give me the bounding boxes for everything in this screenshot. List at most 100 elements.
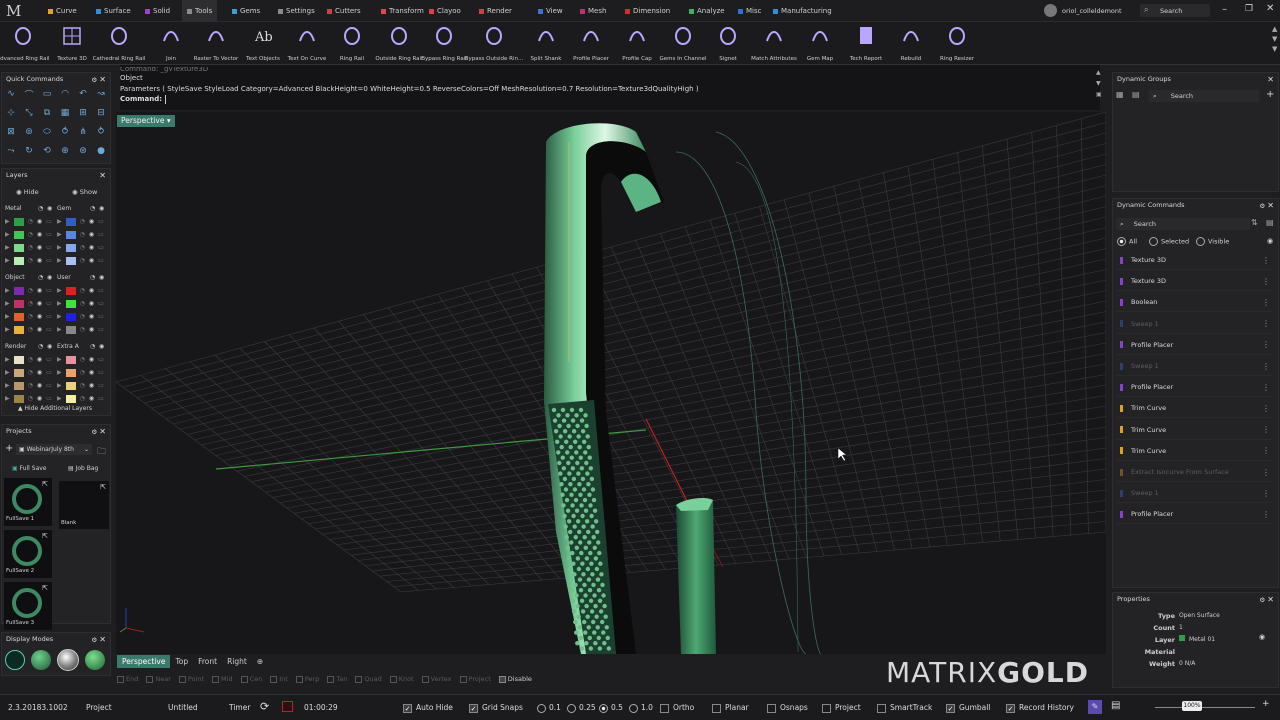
quick-command-icon[interactable]: ⋔ — [77, 126, 89, 138]
ortho-toggle[interactable]: Ortho — [660, 703, 694, 713]
lock-icon[interactable]: ◔ — [28, 218, 33, 225]
osnaps-toggle[interactable]: Osnaps — [767, 703, 808, 713]
expand-icon[interactable]: ▶ — [5, 300, 10, 307]
quick-command-icon[interactable]: ⧉ — [41, 107, 53, 119]
layer-row[interactable]: ▶ ◔ ◉ ▭ — [5, 393, 52, 404]
lock-icon[interactable]: ◔ — [80, 369, 85, 376]
layer-row[interactable]: ▶ ◔ ◉ ▭ — [5, 285, 52, 296]
more-options-icon[interactable]: ⋮ — [1262, 404, 1270, 413]
eye-icon[interactable]: ◉ — [89, 287, 94, 294]
quick-command-icon[interactable]: ⊟ — [95, 107, 107, 119]
project-thumbnail[interactable]: FullSave 2 ⇱ — [4, 530, 52, 578]
layer-group-header[interactable]: Extra A ◔ ◉ — [57, 343, 107, 350]
dynamic-command-item[interactable]: Sweep 1 ⋮ — [1116, 484, 1272, 504]
lock-icon[interactable]: ◔ — [80, 231, 85, 238]
snap-value-2[interactable]: 0.5 — [599, 703, 623, 713]
more-options-icon[interactable]: ⋮ — [1262, 510, 1270, 519]
print-icon[interactable]: ▭ — [46, 326, 52, 333]
grid-view-icon[interactable]: ▦ — [1116, 90, 1124, 99]
layer-group-header[interactable]: Metal ◔ ◉ — [5, 205, 55, 212]
dynamic-command-item[interactable]: Extract Isocurve From Surface ⋮ — [1116, 463, 1272, 482]
lock-icon[interactable]: ◔ — [80, 356, 85, 363]
add-group-icon[interactable]: + — [1266, 89, 1274, 100]
lock-icon[interactable]: ◔ — [80, 382, 85, 389]
project-thumbnail[interactable]: FullSave 3 ⇱ — [4, 582, 52, 630]
more-options-icon[interactable]: ⋮ — [1262, 383, 1270, 392]
gumball-toggle[interactable]: ✓ Gumball — [946, 703, 990, 713]
layer-color-swatch[interactable] — [65, 230, 76, 239]
settings-icon[interactable]: ⚙ — [91, 76, 97, 84]
settings-icon[interactable]: ⚙ — [91, 428, 97, 436]
layer-color-swatch[interactable] — [13, 394, 24, 403]
menu-tab-analyze[interactable]: Analyze — [689, 6, 725, 16]
full-save-button[interactable]: ▣ Full Save — [12, 465, 47, 472]
add-viewport-icon[interactable]: ⊕ — [252, 655, 268, 668]
avatar[interactable] — [1044, 4, 1057, 17]
dynamic-command-item[interactable]: Trim Curve ⋮ — [1116, 442, 1272, 461]
layer-color-swatch[interactable] — [13, 286, 24, 295]
layer-row[interactable]: ▶ ◔ ◉ ▭ — [57, 229, 104, 240]
eye-icon[interactable]: ◉ — [47, 343, 52, 350]
osnap-cen[interactable]: Cen — [240, 675, 262, 683]
project-selector[interactable]: ▣ WebinarJuly 8th ⌄ — [16, 444, 92, 455]
layer-row[interactable]: ▶ ◔ ◉ ▭ — [57, 298, 104, 309]
eye-icon[interactable]: ◉ — [89, 382, 94, 389]
lock-icon[interactable]: ◔ — [28, 369, 33, 376]
layer-row[interactable]: ▶ ◔ ◉ ▭ — [5, 242, 52, 253]
close-icon[interactable]: ✕ — [99, 171, 106, 180]
settings-icon[interactable]: ⚙ — [91, 636, 97, 644]
lock-icon[interactable]: ◔ — [90, 274, 95, 281]
print-icon[interactable]: ▭ — [98, 287, 104, 294]
export-icon[interactable]: ⇱ — [42, 532, 48, 540]
expand-icon[interactable]: ▶ — [57, 231, 62, 238]
dynamic-command-item[interactable]: Trim Curve ⋮ — [1116, 421, 1272, 440]
menu-tab-misc[interactable]: Misc — [738, 6, 761, 16]
print-icon[interactable]: ▭ — [46, 356, 52, 363]
viewport-tab-perspective[interactable]: Perspective — [117, 655, 171, 668]
print-icon[interactable]: ▭ — [98, 218, 104, 225]
eye-icon[interactable]: ◉ — [99, 274, 104, 281]
eye-icon[interactable]: ◉ — [47, 274, 52, 281]
expand-icon[interactable]: ▶ — [5, 356, 10, 363]
lock-icon[interactable]: ◔ — [38, 274, 43, 281]
layer-group-header[interactable]: User ◔ ◉ — [57, 274, 107, 281]
layer-row[interactable]: ▶ ◔ ◉ ▭ — [5, 354, 52, 365]
layer-color-swatch[interactable] — [65, 355, 76, 364]
maximize-icon[interactable]: ❐ — [1245, 4, 1253, 14]
quick-command-icon[interactable]: ⊠ — [5, 126, 17, 138]
layer-group-header[interactable]: Object ◔ ◉ — [5, 274, 55, 281]
grid-snaps-toggle[interactable]: ✓ Grid Snaps — [469, 703, 523, 713]
quick-command-icon[interactable]: ⤳ — [5, 145, 17, 157]
quick-command-icon[interactable]: ● — [95, 145, 107, 157]
lock-icon[interactable]: ◔ — [80, 300, 85, 307]
osnap-knot[interactable]: Knot — [389, 675, 414, 683]
layer-color-swatch[interactable] — [13, 256, 24, 265]
lock-icon[interactable]: ◔ — [80, 395, 85, 402]
eye-icon[interactable]: ◉ — [37, 257, 42, 264]
artistic-mode-icon[interactable] — [85, 650, 105, 670]
eye-icon[interactable]: ◉ — [99, 343, 104, 350]
expand-icon[interactable]: ▶ — [5, 382, 10, 389]
lock-icon[interactable]: ◔ — [28, 395, 33, 402]
print-icon[interactable]: ▭ — [98, 369, 104, 376]
list-view-icon[interactable]: ▤ — [1266, 218, 1274, 227]
eye-icon[interactable]: ◉ — [99, 205, 104, 212]
layer-row[interactable]: ▶ ◔ ◉ ▭ — [57, 324, 104, 335]
print-icon[interactable]: ▭ — [46, 395, 52, 402]
settings-icon[interactable]: ⚙ — [1259, 202, 1265, 210]
osnap-near[interactable]: Near — [146, 675, 171, 683]
quick-command-icon[interactable]: ⊛ — [77, 145, 89, 157]
lock-icon[interactable]: ◔ — [28, 287, 33, 294]
print-icon[interactable]: ▭ — [98, 231, 104, 238]
eye-icon[interactable]: ◉ — [89, 313, 94, 320]
layer-color-swatch[interactable] — [65, 286, 76, 295]
ribbon-button-20[interactable]: Ring Resizer — [926, 24, 988, 64]
eye-icon[interactable]: ◉ — [89, 369, 94, 376]
layer-color-swatch[interactable] — [13, 230, 24, 239]
close-icon[interactable]: ✕ — [1267, 595, 1274, 604]
minimize-icon[interactable]: – — [1222, 4, 1227, 15]
layer-row[interactable]: ▶ ◔ ◉ ▭ — [57, 242, 104, 253]
print-icon[interactable]: ▭ — [98, 244, 104, 251]
filter-all[interactable]: All — [1117, 237, 1137, 246]
viewport-title-tab[interactable]: Perspective ▾ — [117, 115, 175, 127]
